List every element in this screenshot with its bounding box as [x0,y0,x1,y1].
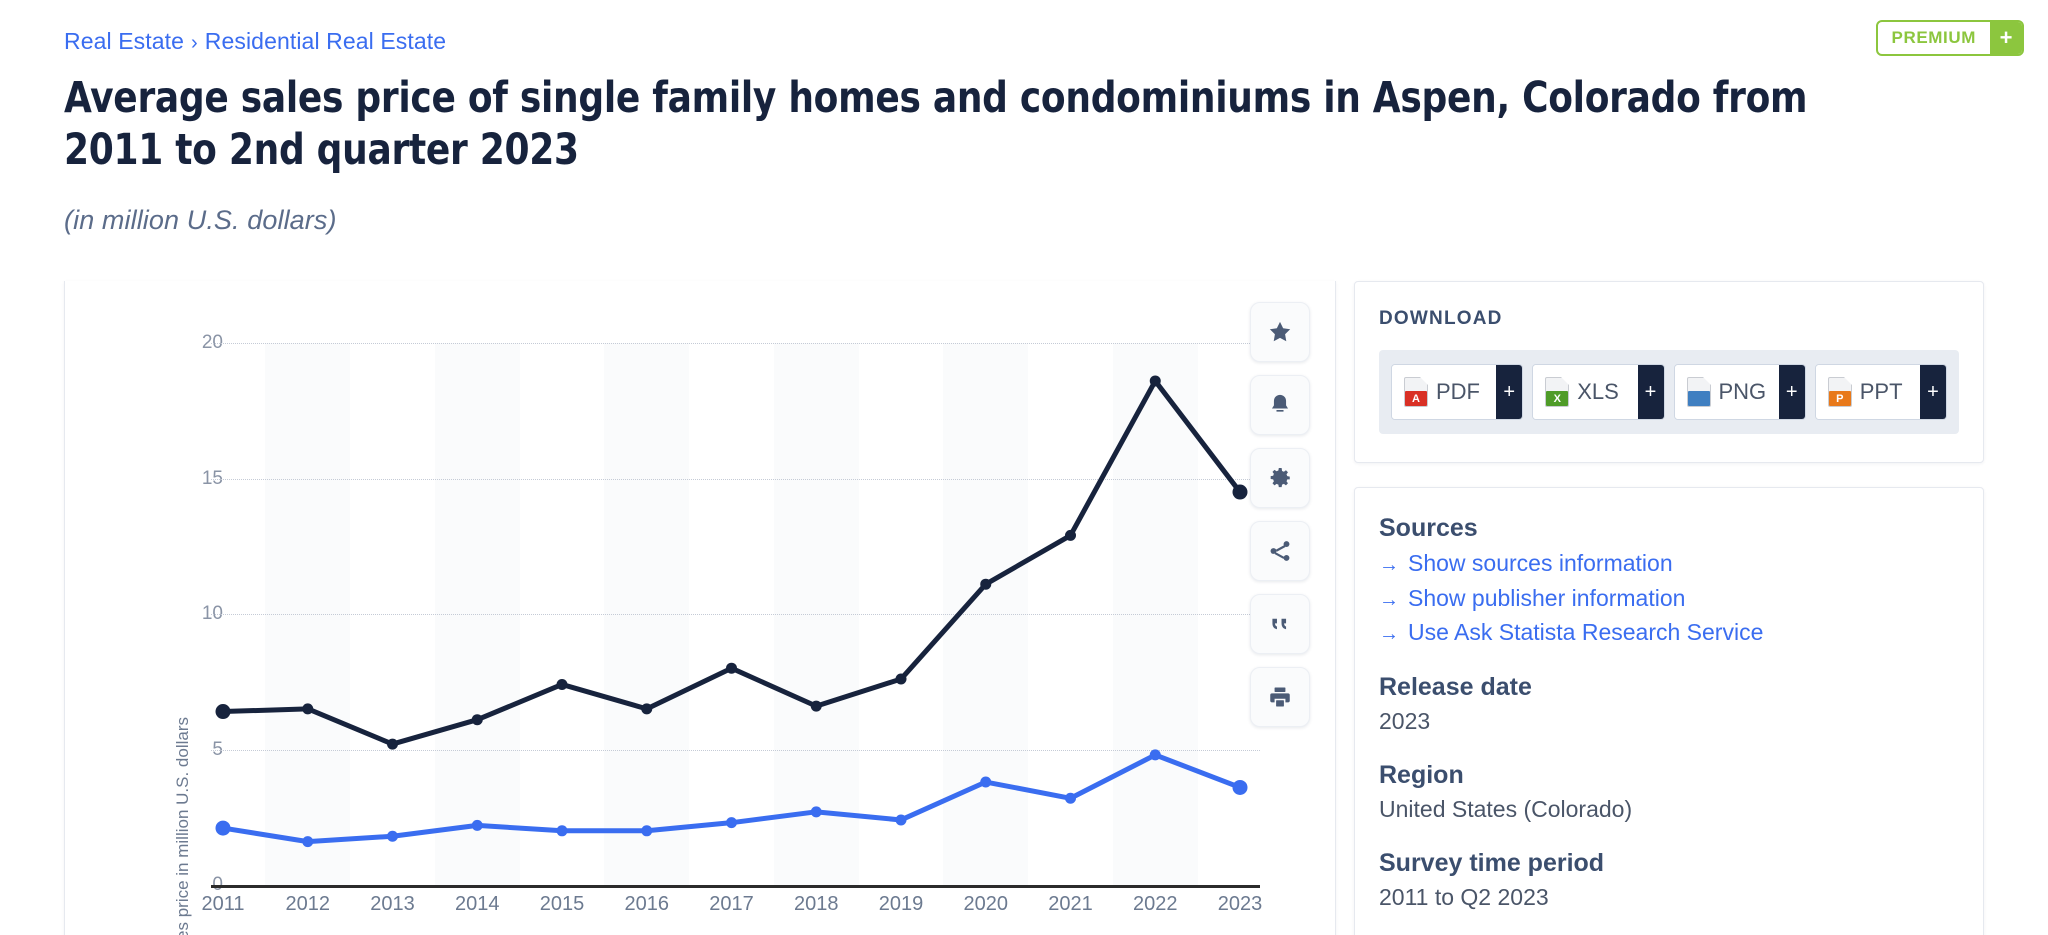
download-pdf-label: PDF [1436,379,1480,404]
download-xls-plus-icon[interactable]: + [1637,365,1664,419]
favorite-button[interactable] [1250,302,1310,362]
sources-link-label: Show publisher information [1408,584,1686,611]
download-png-face[interactable]: PNG [1674,365,1779,419]
breadcrumb: Real Estate › Residential Real Estate [64,28,446,55]
print-button[interactable] [1250,667,1310,727]
sources-link-0[interactable]: → Show sources information [1379,550,1959,578]
chart-data-point[interactable] [471,819,483,831]
chart-data-point[interactable] [471,714,483,726]
arrow-right-icon: → [1379,554,1399,576]
bell-button[interactable] [1250,375,1310,435]
chart-data-point[interactable] [726,662,737,674]
chart-data-point[interactable] [302,836,314,848]
premium-label: PREMIUM [1891,28,1976,47]
download-png-button[interactable]: PNG + [1673,364,1806,420]
chart-data-point[interactable] [726,817,737,829]
chart-data-point[interactable] [1232,484,1248,500]
page-subtitle: (in million U.S. dollars) [64,205,337,235]
chart-data-point[interactable] [302,703,314,715]
sources-link-label: Use Ask Statista Research Service [1408,619,1764,646]
png-file-icon [1686,377,1711,407]
survey-period-label: Survey time period [1379,848,1605,877]
download-xls-button[interactable]: X XLS + [1532,364,1665,420]
ppt-file-icon: P [1827,377,1852,407]
survey-period-value: 2011 to Q2 2023 [1379,883,1549,910]
chart-data-point[interactable] [980,776,992,788]
y-axis-label: Average sales price in million U.S. doll… [173,717,192,935]
favorite-icon [1269,321,1291,342]
download-xls-face[interactable]: X XLS [1533,365,1638,419]
download-pdf-face[interactable]: A PDF [1392,365,1497,419]
region-value: United States (Colorado) [1379,795,1633,822]
xls-file-icon: X [1545,377,1570,407]
download-card: DOWNLOAD A PDF + X XLS + PNG + P PPT + [1354,281,1984,463]
sources-card: Sources → Show sources information → Show p… [1354,487,1984,935]
chart-data-point[interactable] [810,806,822,818]
chart-data-point[interactable] [556,825,568,837]
share-button[interactable] [1250,521,1310,581]
chart-data-point[interactable] [641,825,653,837]
chart-data-point[interactable] [895,673,907,685]
arrow-right-icon: → [1379,588,1399,611]
gear-button[interactable] [1250,448,1310,508]
quote-icon [1272,618,1287,630]
chart-data-point[interactable] [1065,792,1076,804]
chart-data-point[interactable] [641,703,653,715]
download-png-label: PNG [1718,379,1767,404]
sources-link-2[interactable]: → Use Ask Statista Research Service [1379,619,1959,647]
chart-data-point[interactable] [215,704,231,720]
download-ppt-plus-icon[interactable]: + [1920,365,1946,419]
breadcrumb-current[interactable]: Residential Real Estate [205,28,446,54]
download-xls-label: XLS [1577,379,1619,404]
download-ppt-button[interactable]: P PPT + [1814,364,1947,420]
sources-link-1[interactable]: → Show publisher information [1379,585,1959,613]
print-icon [1270,687,1290,707]
download-png-plus-icon[interactable]: + [1778,365,1805,419]
download-ppt-label: PPT [1859,379,1903,404]
chart-line-condominiums [220,752,1243,845]
download-ppt-face[interactable]: P PPT [1815,365,1920,419]
download-pdf-button[interactable]: A PDF + [1391,364,1524,420]
chart-data-point[interactable] [980,578,992,590]
download-pdf-plus-icon[interactable]: + [1496,365,1523,419]
chart-plot-area: 0 5 10 15 20 2011 2012 2013 2014 2015 2016 2017 2018… [65,281,1337,935]
arrow-right-icon: → [1379,623,1399,646]
chart-data-point[interactable] [1149,749,1161,761]
chart-data-point[interactable] [387,830,398,842]
chart-data-point[interactable] [387,738,398,750]
premium-badge[interactable]: PREMIUM + [1875,20,2024,56]
chart-line-single-family-homes [220,378,1243,747]
sources-heading: Sources [1379,514,1478,542]
release-date-value: 2023 [1379,707,1431,734]
statista-chart-page: Real Estate › Residential Real Estate PREM… [0,0,2048,935]
chart-data-point[interactable] [1149,375,1161,387]
chart-data-point[interactable] [556,678,568,690]
chart-data-point[interactable] [895,814,907,826]
download-button-row: A PDF + X XLS + PNG + P PPT + [1379,350,1959,434]
share-icon [1270,541,1290,561]
gear-icon [1270,468,1290,488]
quote-button[interactable] [1250,594,1310,654]
sidebar: DOWNLOAD A PDF + X XLS + PNG + P PPT + Sources → Sh… [1354,281,1984,935]
sources-link-label: Show sources information [1408,550,1673,576]
chart-data-point[interactable] [1232,779,1248,795]
chart-series-layer [215,375,1248,848]
breadcrumb-root[interactable]: Real Estate [64,28,184,54]
release-date-label: Release date [1379,672,1532,701]
premium-plus-icon[interactable]: + [1990,22,2022,54]
chart-card: 0 5 10 15 20 2011 2012 2013 2014 2015 2016 2017 2018… [64,281,1336,935]
chart-action-toolbar [1250,302,1310,727]
chart-data-point[interactable] [1065,529,1076,541]
chart-data-point[interactable] [810,700,822,712]
region-label: Region [1379,760,1464,789]
pdf-file-icon: A [1404,377,1428,407]
download-title: DOWNLOAD [1379,308,1503,329]
breadcrumb-separator: › [191,32,198,54]
sources-links: → Show sources information → Show publisher… [1379,550,1959,647]
page-title: Average sales price of single family hom… [64,73,1808,176]
bell-icon [1271,394,1289,412]
chart-data-point[interactable] [215,820,231,836]
